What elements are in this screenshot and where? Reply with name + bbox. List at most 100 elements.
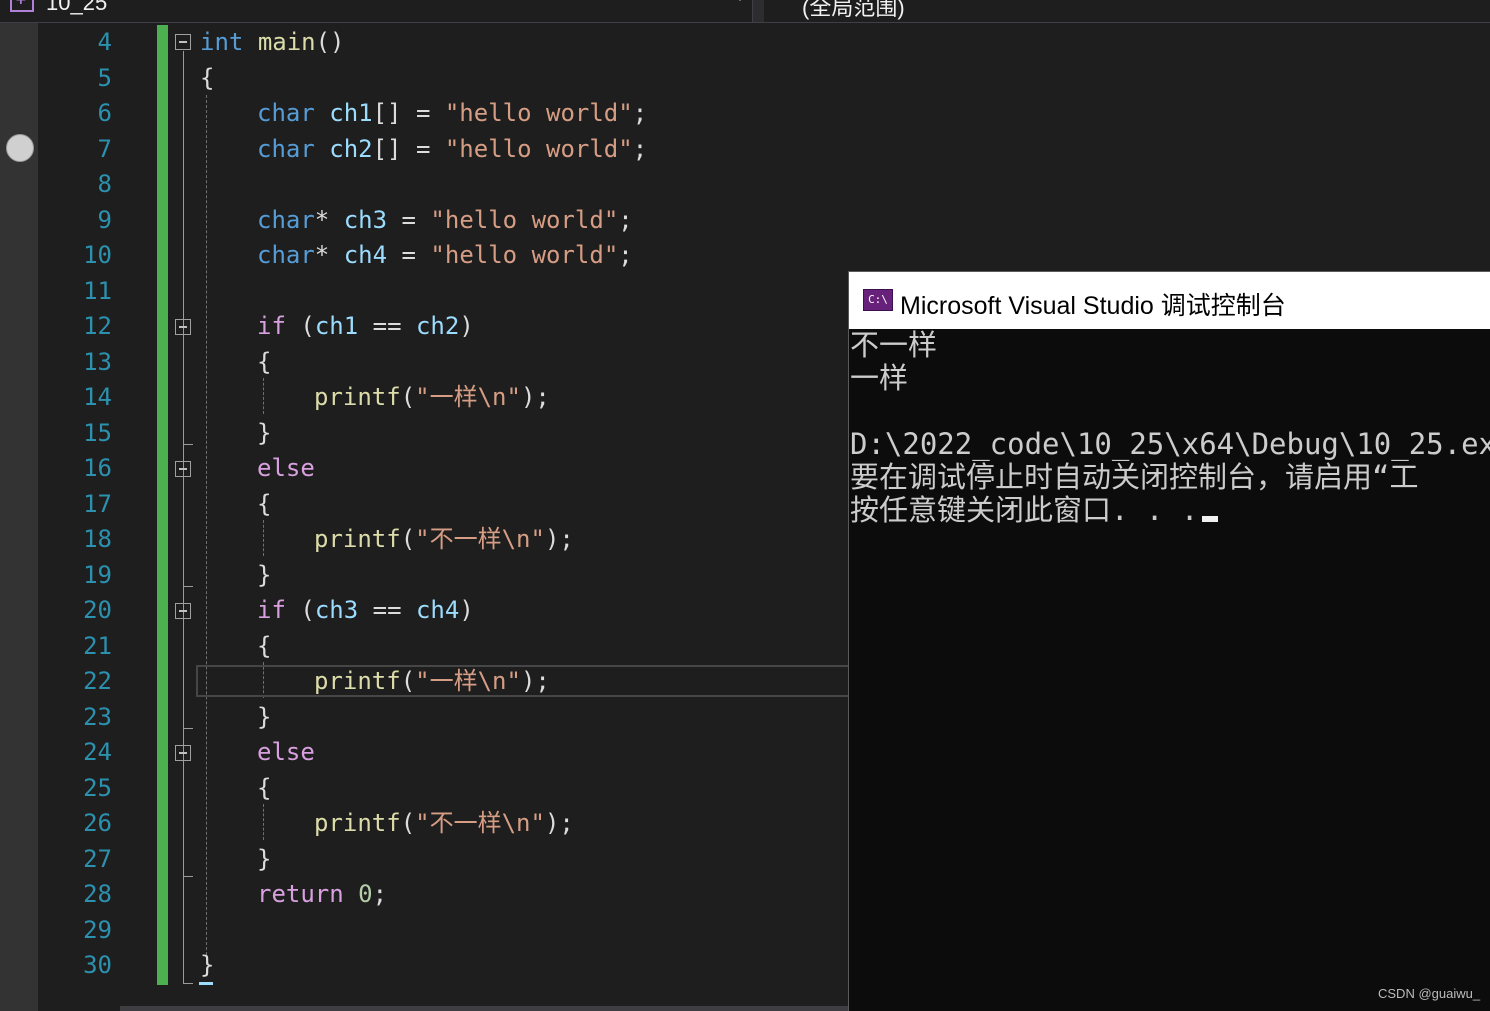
brace: { (257, 632, 272, 660)
code-line[interactable]: printf("不一样\n"); (314, 524, 574, 554)
code-line[interactable]: } (257, 702, 271, 732)
identifier: ch4 (343, 241, 388, 269)
indent-guide (206, 95, 207, 965)
line-number: 20 (83, 596, 112, 624)
horizontal-scrollbar[interactable] (120, 1006, 850, 1011)
code-line[interactable]: { (257, 489, 271, 519)
function-name: main (257, 28, 316, 56)
indent-guide (263, 378, 264, 414)
code-line[interactable]: { (200, 63, 214, 93)
keyword: int (200, 28, 244, 56)
outline-end (183, 586, 193, 587)
string-literal: "hello world" (444, 99, 633, 127)
punctuation: ; (372, 880, 388, 908)
line-number: 4 (97, 28, 112, 56)
keyword: if (257, 596, 286, 624)
line-number: 22 (83, 667, 112, 695)
brace: } (257, 703, 272, 731)
function-name: printf (314, 383, 401, 411)
punctuation: * (314, 241, 330, 269)
line-number: 6 (97, 99, 112, 127)
function-name: printf (314, 809, 401, 837)
identifier: ch1 (329, 99, 373, 127)
line-number: 24 (83, 738, 112, 766)
brace: { (257, 774, 272, 802)
string-literal: "不一样\n" (415, 809, 545, 837)
console-app-icon: C:\ (863, 289, 893, 311)
code-line[interactable]: return 0; (257, 879, 387, 909)
punctuation: = (387, 206, 431, 234)
console-title: Microsoft Visual Studio 调试控制台 (900, 292, 1286, 320)
chevron-down-icon[interactable] (734, 0, 746, 1)
collapse-icon[interactable] (175, 34, 191, 50)
collapse-icon[interactable] (175, 603, 191, 619)
punctuation: ; (618, 206, 633, 234)
code-line[interactable]: printf("一样\n"); (314, 382, 550, 412)
line-number: 25 (83, 774, 112, 802)
code-line[interactable]: char* ch4 = "hello world"; (257, 240, 633, 270)
keyword: char (257, 135, 315, 163)
keyword: char (257, 241, 315, 269)
code-line[interactable]: } (257, 560, 271, 590)
function-name: printf (314, 525, 401, 553)
code-line[interactable]: { (257, 773, 271, 803)
collapse-icon[interactable] (175, 745, 191, 761)
string-literal: "hello world" (444, 135, 633, 163)
code-line[interactable]: int main() (200, 27, 345, 57)
console-line: 要在调试停止时自动关闭控制台，请启用“工 (850, 460, 1419, 494)
punctuation: ( (285, 312, 315, 340)
number-literal: 0 (358, 880, 373, 908)
code-line[interactable]: if (ch3 == ch4) (257, 595, 474, 625)
console-line: 不一样 (850, 328, 938, 362)
keyword: else (257, 454, 315, 482)
code-line[interactable]: char* ch3 = "hello world"; (257, 205, 633, 235)
brace: } (200, 951, 215, 979)
line-number: 7 (97, 135, 112, 163)
console-line: D:\2022_code\10_25\x64\Debug\10_25.exe ( (850, 427, 1490, 461)
punctuation: ) (459, 312, 474, 340)
breakpoint-icon[interactable] (6, 134, 34, 162)
collapse-icon[interactable] (175, 461, 191, 477)
punctuation: ); (544, 525, 574, 553)
line-number: 28 (83, 880, 112, 908)
scope-dropdown[interactable]: (全局范围) (764, 0, 1490, 22)
code-line[interactable]: printf("一样\n"); (314, 666, 550, 696)
code-line[interactable]: } (200, 950, 214, 980)
line-number: 18 (83, 525, 112, 553)
outline-end (183, 728, 193, 729)
line-number: 21 (83, 632, 112, 660)
code-line[interactable]: if (ch1 == ch2) (257, 311, 474, 341)
line-number: 14 (83, 383, 112, 411)
outline-end (183, 983, 193, 984)
code-line[interactable]: { (257, 347, 271, 377)
navigation-bar: 10_25 (全局范围) (0, 0, 1490, 23)
line-number: 16 (83, 454, 112, 482)
line-number: 30 (83, 951, 112, 979)
console-output[interactable]: 不一样 一样 D:\2022_code\10_25\x64\Debug\10_25… (850, 329, 1490, 527)
collapse-icon[interactable] (175, 319, 191, 335)
code-line[interactable]: char ch1[] = "hello world"; (257, 98, 647, 128)
punctuation: ) (459, 596, 474, 624)
line-number: 5 (97, 64, 112, 92)
console-title-bar[interactable]: C:\ Microsoft Visual Studio 调试控制台 (849, 272, 1490, 329)
code-line[interactable]: char ch2[] = "hello world"; (257, 134, 647, 164)
indent-guide (263, 804, 264, 840)
punctuation: ( (285, 596, 315, 624)
glyph-margin[interactable] (0, 23, 38, 1011)
code-line[interactable]: } (257, 844, 271, 874)
debug-console-window[interactable]: C:\ Microsoft Visual Studio 调试控制台 不一样 一样 … (848, 271, 1490, 1011)
code-line[interactable]: else (257, 737, 315, 767)
code-line[interactable]: { (257, 631, 271, 661)
code-line[interactable]: } (257, 418, 271, 448)
line-number: 12 (83, 312, 112, 340)
line-number: 11 (83, 277, 112, 305)
code-line[interactable]: else (257, 453, 315, 483)
outline-end (183, 876, 193, 877)
change-tracking-bar (157, 25, 168, 985)
punctuation: ); (544, 809, 574, 837)
punctuation: [] = (372, 99, 445, 127)
project-dropdown[interactable]: 10_25 (0, 0, 753, 22)
code-line[interactable]: printf("不一样\n"); (314, 808, 574, 838)
text-caret (199, 982, 213, 985)
